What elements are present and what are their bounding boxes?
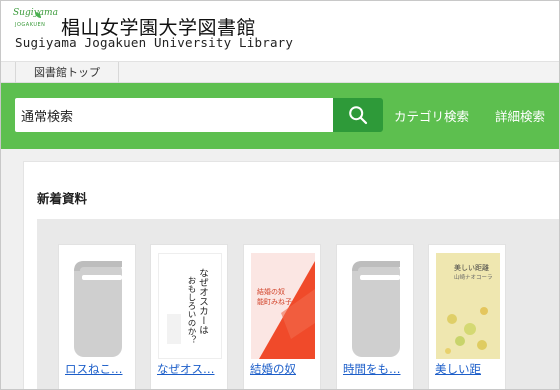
section-title: 新着資料 xyxy=(37,191,88,206)
category-search-link[interactable]: カテゴリ検索 xyxy=(394,106,469,125)
book-card[interactable]: 時間をも… xyxy=(336,244,414,389)
cover-title: 美しい距離 xyxy=(454,264,489,272)
top-nav: 図書館トップ xyxy=(1,61,559,83)
book-title-link[interactable]: 美しい距 xyxy=(435,361,503,377)
placeholder-book-icon xyxy=(74,261,122,357)
book-card[interactable]: ロスねこ… xyxy=(58,244,136,389)
browser-viewport: Sugiyama JOGAKUEN 椙山女学園大学図書館 Sugiyama Jo… xyxy=(0,0,560,390)
book-card[interactable]: なぜオスカーは おもしろいのか？ なぜオス… xyxy=(150,244,228,389)
book-cover: 結婚の奴 能町みね子 xyxy=(251,253,315,359)
placeholder-book-icon xyxy=(352,261,400,357)
search-button[interactable] xyxy=(333,98,383,132)
book-title-link[interactable]: ロスねこ… xyxy=(65,361,133,377)
book-card[interactable]: 美しい距離 山崎ナオコーラ 美しい距 xyxy=(428,244,506,389)
search-icon xyxy=(349,106,368,125)
cover-author: 能町みね子 xyxy=(257,298,292,306)
cover-title: なぜオスカーは xyxy=(197,268,208,335)
book-cover: なぜオスカーは おもしろいのか？ xyxy=(158,253,222,359)
library-title-en: Sugiyama Jogakuen University Library xyxy=(15,35,294,50)
book-card[interactable]: 結婚の奴 能町みね子 結婚の奴 xyxy=(243,244,321,389)
search-bar: カテゴリ検索 詳細検索 xyxy=(1,83,559,149)
book-title-link[interactable]: なぜオス… xyxy=(157,361,225,377)
search-input[interactable] xyxy=(15,98,333,132)
book-cover xyxy=(344,253,408,359)
cover-subtitle: おもしろいのか？ xyxy=(186,276,196,344)
nav-library-top[interactable]: 図書館トップ xyxy=(15,62,119,83)
cover-decoration xyxy=(167,314,181,344)
cover-author: 山崎ナオコーラ xyxy=(454,275,493,281)
book-title-link[interactable]: 結婚の奴 xyxy=(250,361,318,377)
advanced-search-link[interactable]: 詳細検索 xyxy=(495,106,545,125)
book-title-link[interactable]: 時間をも… xyxy=(343,361,411,377)
site-header: Sugiyama JOGAKUEN 椙山女学園大学図書館 Sugiyama Jo… xyxy=(1,1,559,61)
book-cover xyxy=(66,253,130,359)
logo-subtext: JOGAKUEN xyxy=(15,22,46,28)
book-cover: 美しい距離 山崎ナオコーラ xyxy=(436,253,500,359)
cover-title: 結婚の奴 xyxy=(257,288,285,296)
